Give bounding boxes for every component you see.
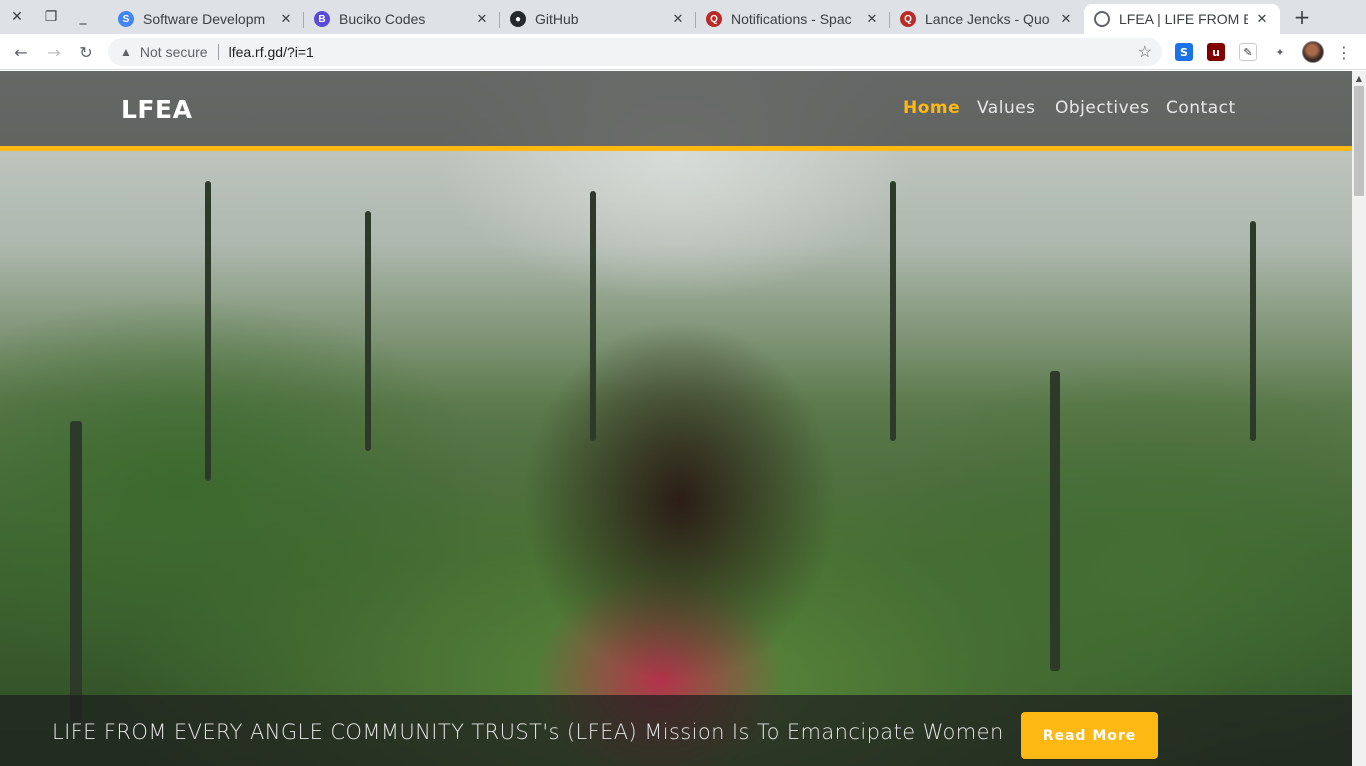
url-text[interactable]: lfea.rf.gd/?i=1 xyxy=(229,44,314,60)
github-icon: ● xyxy=(510,11,526,27)
quora-icon: Q xyxy=(706,11,722,27)
extension-s-icon[interactable]: S xyxy=(1175,43,1193,61)
read-more-button[interactable]: Read More xyxy=(1021,712,1158,759)
tab-title: Lance Jencks - Quo xyxy=(925,11,1050,27)
palm-trunk xyxy=(365,211,371,451)
address-bar[interactable]: ▲ Not secure lfea.rf.gd/?i=1 ☆ xyxy=(108,38,1162,66)
tab-software-development[interactable]: S Software Developm ✕ xyxy=(108,4,304,34)
palm-trunk xyxy=(1250,221,1256,441)
hero-section: LFEA Home Values Objectives Contact LIFE… xyxy=(0,71,1352,766)
tab-github[interactable]: ● GitHub ✕ xyxy=(500,4,696,34)
site-logo[interactable]: LFEA xyxy=(121,95,192,124)
nav-values[interactable]: Values xyxy=(977,98,1036,118)
palm-trunk xyxy=(590,191,596,441)
hero-caption: LIFE FROM EVERY ANGLE COMMUNITY TRUST's … xyxy=(52,720,1004,744)
palm-trunk xyxy=(1050,371,1060,671)
palm-trunk xyxy=(890,181,896,441)
scrollbar-thumb[interactable] xyxy=(1354,86,1364,196)
tab-lfea-active[interactable]: LFEA | LIFE FROM E ✕ xyxy=(1084,4,1280,34)
browser-menu-icon[interactable]: ⋮ xyxy=(1336,41,1352,63)
tab-title: GitHub xyxy=(535,11,579,27)
tab-strip: ✕ ❐ _ S Software Developm ✕ B Buciko Cod… xyxy=(0,0,1366,34)
palm-trunk xyxy=(205,181,211,481)
globe-icon xyxy=(1094,11,1110,27)
site-header: LFEA Home Values Objectives Contact xyxy=(0,71,1352,151)
new-tab-icon[interactable]: + xyxy=(1291,5,1313,29)
buciko-icon: B xyxy=(314,11,330,27)
security-label[interactable]: Not secure xyxy=(140,44,208,60)
close-window-icon[interactable]: ✕ xyxy=(6,6,28,28)
bookmark-star-icon[interactable]: ☆ xyxy=(1138,42,1152,62)
nav-objectives[interactable]: Objectives xyxy=(1055,98,1149,118)
back-icon[interactable]: ← xyxy=(10,41,32,63)
reload-icon[interactable]: ↻ xyxy=(75,41,97,63)
tab-title: Notifications - Spac xyxy=(731,11,852,27)
tab-title: LFEA | LIFE FROM E xyxy=(1119,11,1248,27)
quora-icon: Q xyxy=(900,11,916,27)
close-tab-icon[interactable]: ✕ xyxy=(278,11,294,27)
tab-title: Buciko Codes xyxy=(339,11,426,27)
nav-home[interactable]: Home xyxy=(903,98,960,118)
close-tab-icon[interactable]: ✕ xyxy=(474,11,490,27)
scroll-up-icon[interactable]: ▲ xyxy=(1354,73,1364,83)
extensions-puzzle-icon[interactable]: ✦ xyxy=(1271,43,1289,61)
palm-trunk xyxy=(70,421,82,721)
minimize-window-icon[interactable]: _ xyxy=(72,6,94,28)
extension-tools-icon[interactable]: ✎ xyxy=(1239,43,1257,61)
tab-buciko-codes[interactable]: B Buciko Codes ✕ xyxy=(304,4,500,34)
ublock-icon[interactable]: u xyxy=(1207,43,1225,61)
warning-icon[interactable]: ▲ xyxy=(120,45,132,59)
close-tab-icon[interactable]: ✕ xyxy=(1058,11,1074,27)
forward-icon[interactable]: → xyxy=(43,41,65,63)
restore-window-icon[interactable]: ❐ xyxy=(40,6,62,28)
hero-caption-bar: LIFE FROM EVERY ANGLE COMMUNITY TRUST's … xyxy=(0,695,1352,766)
browser-toolbar: ← → ↻ ▲ Not secure lfea.rf.gd/?i=1 ☆ S u… xyxy=(0,34,1366,70)
close-tab-icon[interactable]: ✕ xyxy=(1254,11,1270,27)
tab-title: Software Developm xyxy=(143,11,266,27)
stackshare-icon: S xyxy=(118,11,134,27)
tab-lance-jencks[interactable]: Q Lance Jencks - Quo ✕ xyxy=(890,4,1084,34)
close-tab-icon[interactable]: ✕ xyxy=(670,11,686,27)
tab-notifications[interactable]: Q Notifications - Spac ✕ xyxy=(696,4,890,34)
close-tab-icon[interactable]: ✕ xyxy=(864,11,880,27)
profile-avatar[interactable] xyxy=(1302,41,1324,63)
nav-contact[interactable]: Contact xyxy=(1166,98,1236,118)
